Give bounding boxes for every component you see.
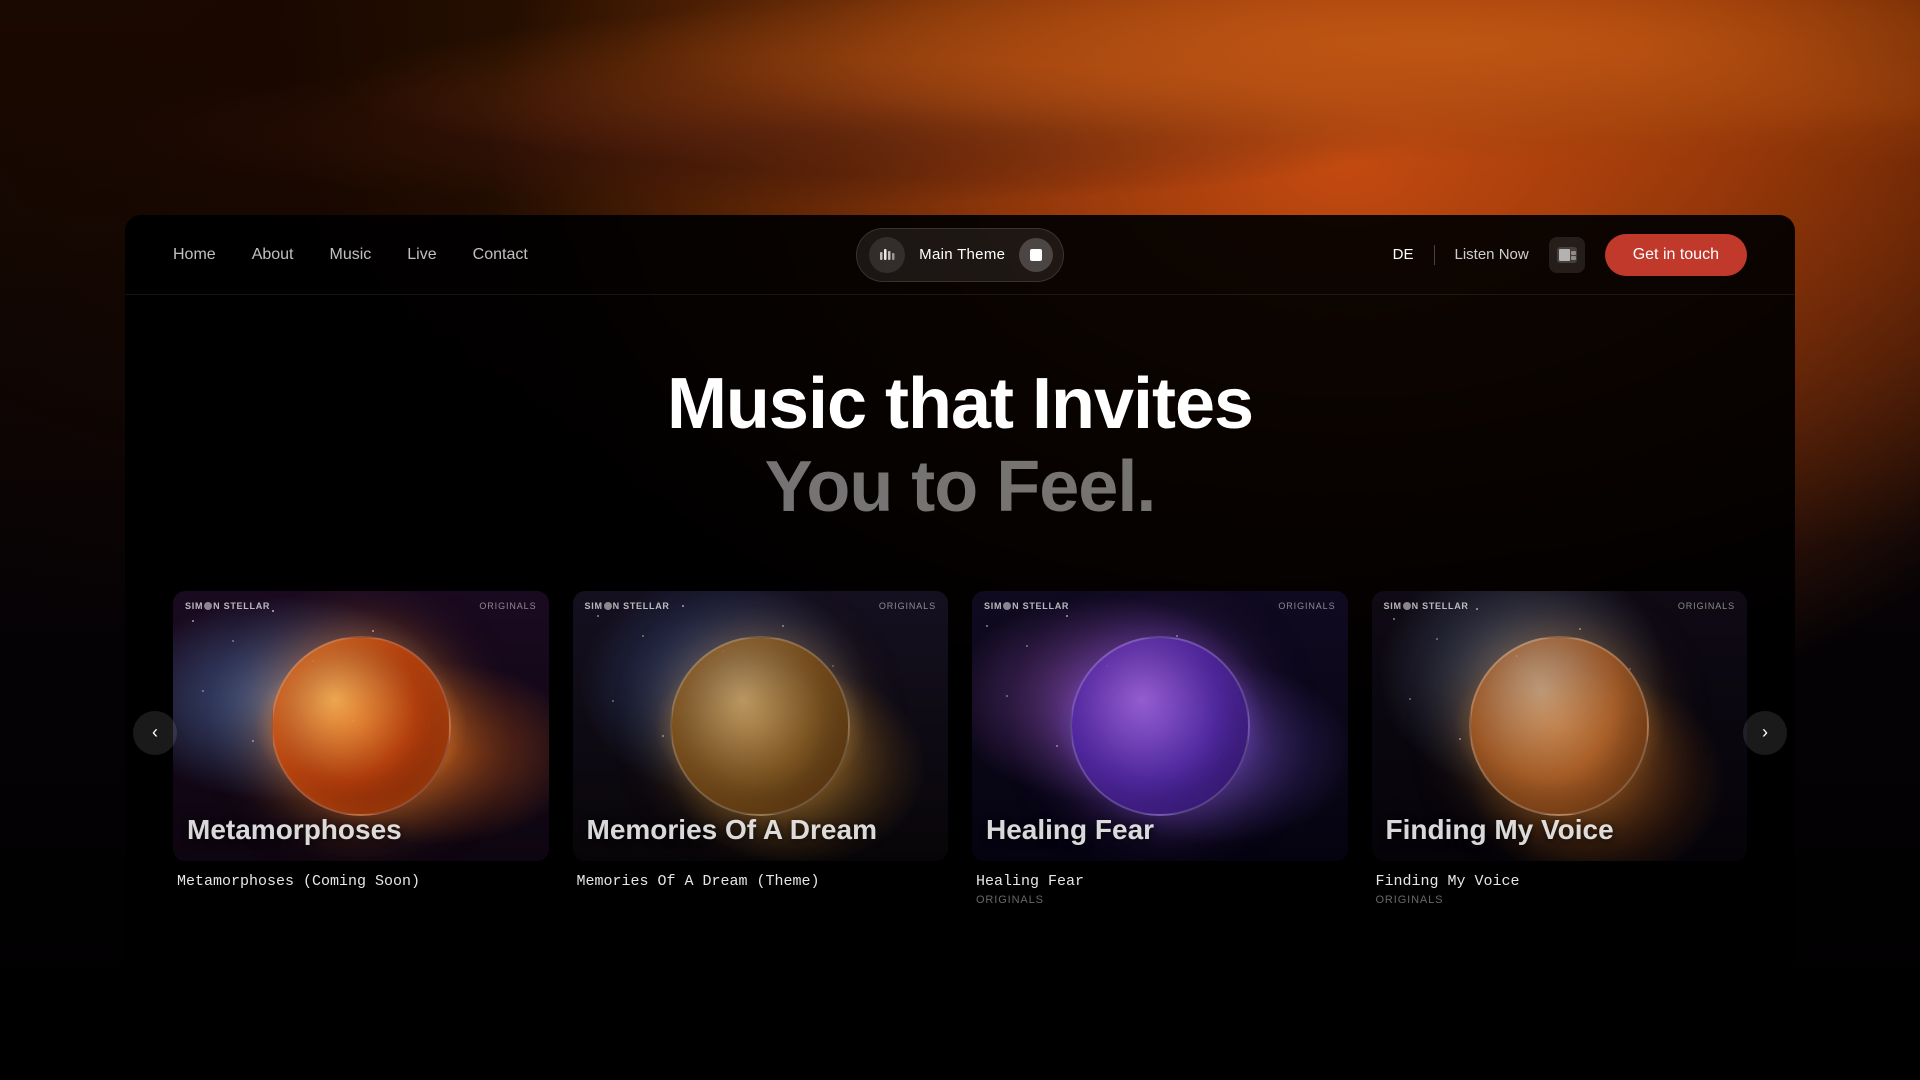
nav-link-live[interactable]: Live <box>407 246 436 264</box>
language-button[interactable]: DE <box>1393 246 1414 263</box>
album-category-4: ORIGINALS <box>1376 894 1744 906</box>
album-info-4: Finding My Voice ORIGINALS <box>1372 861 1748 910</box>
album-type-3: ORIGINALS <box>1278 601 1335 611</box>
album-planet-2 <box>670 636 850 816</box>
hero-section: Music that Invites You to Feel. <box>125 295 1795 591</box>
album-type-2: ORIGINALS <box>879 601 936 611</box>
album-card-healing-fear[interactable]: SIMN STELLAR ORIGINALS Healing Fear Heal… <box>972 591 1348 910</box>
album-badge-row-2: SIMN STELLAR ORIGINALS <box>585 601 937 611</box>
stream-icon[interactable] <box>1549 237 1585 273</box>
album-badge-row-3: SIMN STELLAR ORIGINALS <box>984 601 1336 611</box>
album-badge-row-1: SIMN STELLAR ORIGINALS <box>185 601 537 611</box>
album-art-finding-my-voice: SIMN STELLAR ORIGINALS Finding My Voice <box>1372 591 1748 861</box>
player-widget: Main Theme <box>856 228 1064 282</box>
album-brand-3: SIMN STELLAR <box>984 601 1069 611</box>
album-name-3: Healing Fear <box>976 873 1344 890</box>
player-title: Main Theme <box>919 246 1005 263</box>
nav-right: DE Listen Now Get in touch <box>1393 234 1747 276</box>
album-info-1: Metamorphoses (Coming Soon) <box>173 861 549 898</box>
nav-links: Home About Music Live Contact <box>173 246 528 264</box>
album-name-2: Memories Of A Dream (Theme) <box>577 873 945 890</box>
album-art-metamorphoses: SIMN STELLAR ORIGINALS Metamorphoses <box>173 591 549 861</box>
listen-now-label: Listen Now <box>1455 246 1529 263</box>
main-container: Home About Music Live Contact Main Theme <box>125 215 1795 1080</box>
music-bars-icon <box>869 237 905 273</box>
nav-link-music[interactable]: Music <box>330 246 372 264</box>
nav-link-about[interactable]: About <box>252 246 294 264</box>
album-card-finding-my-voice[interactable]: SIMN STELLAR ORIGINALS Finding My Voice … <box>1372 591 1748 910</box>
album-planet-4 <box>1469 636 1649 816</box>
album-info-3: Healing Fear ORIGINALS <box>972 861 1348 910</box>
navbar: Home About Music Live Contact Main Theme <box>125 215 1795 295</box>
player-stop-button[interactable] <box>1019 238 1053 272</box>
carousel-right-arrow[interactable]: › <box>1743 711 1787 755</box>
nebula-overlay <box>0 0 1920 220</box>
album-brand-4: SIMN STELLAR <box>1384 601 1469 611</box>
album-art-memories: SIMN STELLAR ORIGINALS Memories Of A Dre… <box>573 591 949 861</box>
hero-title-line1: Music that Invites <box>125 365 1795 444</box>
album-brand-2: SIMN STELLAR <box>585 601 670 611</box>
albums-section: ‹ › <box>125 591 1795 910</box>
nav-divider <box>1434 245 1435 265</box>
get-in-touch-button[interactable]: Get in touch <box>1605 234 1747 276</box>
album-title-overlay-1: Metamorphoses <box>187 814 535 846</box>
album-name-1: Metamorphoses (Coming Soon) <box>177 873 545 890</box>
album-info-2: Memories Of A Dream (Theme) <box>573 861 949 898</box>
album-planet-1 <box>271 636 451 816</box>
album-title-overlay-3: Healing Fear <box>986 814 1334 846</box>
album-title-overlay-2: Memories Of A Dream <box>587 814 935 846</box>
nav-link-contact[interactable]: Contact <box>473 246 528 264</box>
album-type-4: ORIGINALS <box>1678 601 1735 611</box>
album-badge-row-4: SIMN STELLAR ORIGINALS <box>1384 601 1736 611</box>
album-planet-3 <box>1070 636 1250 816</box>
album-card-memories[interactable]: SIMN STELLAR ORIGINALS Memories Of A Dre… <box>573 591 949 910</box>
album-card-metamorphoses[interactable]: SIMN STELLAR ORIGINALS Metamorphoses Met… <box>173 591 549 910</box>
album-name-4: Finding My Voice <box>1376 873 1744 890</box>
album-brand-1: SIMN STELLAR <box>185 601 270 611</box>
albums-grid: SIMN STELLAR ORIGINALS Metamorphoses Met… <box>173 591 1747 910</box>
album-title-overlay-4: Finding My Voice <box>1386 814 1734 846</box>
album-art-healing-fear: SIMN STELLAR ORIGINALS Healing Fear <box>972 591 1348 861</box>
carousel-left-arrow[interactable]: ‹ <box>133 711 177 755</box>
hero-title-line2: You to Feel. <box>125 444 1795 530</box>
nav-link-home[interactable]: Home <box>173 246 216 264</box>
album-type-1: ORIGINALS <box>479 601 536 611</box>
album-category-3: ORIGINALS <box>976 894 1344 906</box>
stop-icon <box>1030 249 1042 261</box>
